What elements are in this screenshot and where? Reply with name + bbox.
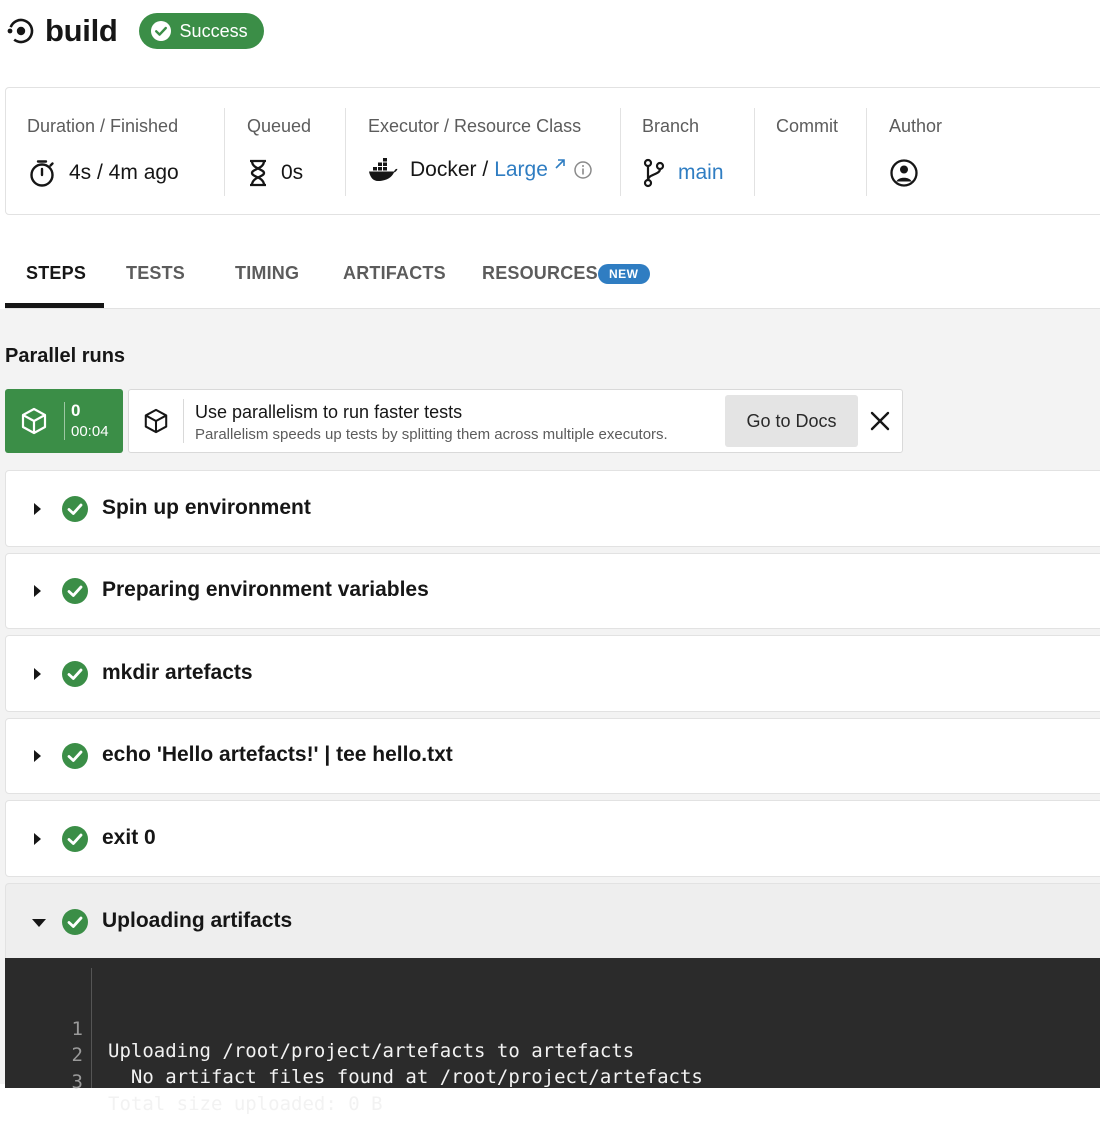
divider	[620, 108, 621, 196]
collapse-caret-icon[interactable]	[32, 918, 46, 927]
check-circle-icon	[62, 908, 88, 935]
user-avatar-icon[interactable]	[889, 158, 919, 188]
tab-artifacts[interactable]: ARTIFACTS	[343, 263, 446, 284]
circleci-logo-icon	[5, 15, 37, 47]
step-output-console[interactable]: 1 Uploading /root/project/artefacts to a…	[5, 958, 1100, 1115]
go-to-docs-button[interactable]: Go to Docs	[725, 395, 858, 447]
close-icon[interactable]	[869, 410, 891, 432]
step-item[interactable]: Spin up environment	[5, 470, 1100, 547]
expand-caret-icon[interactable]	[34, 832, 41, 845]
executor-value: Docker / Large	[368, 158, 593, 182]
queued-text: 0s	[281, 161, 304, 184]
step-label: echo 'Hello artefacts!' | tee hello.txt	[102, 743, 453, 766]
line-text: Uploading /root/project/artefacts to art…	[108, 1040, 635, 1062]
external-link-icon[interactable]	[553, 157, 567, 171]
steps-panel: Parallel runs 0 00:04 Use parallelism to…	[0, 309, 1100, 1115]
promo-subtitle: Parallelism speeds up tests by splitting…	[195, 426, 668, 443]
run-duration: 00:04	[71, 423, 109, 440]
status-badge: Success	[138, 13, 264, 49]
tab-timing[interactable]: TIMING	[235, 263, 299, 284]
console-line: 1 Uploading /root/project/artefacts to a…	[5, 996, 635, 1062]
step-label: Preparing environment variables	[102, 578, 429, 601]
cube-icon	[144, 408, 168, 434]
tab-resources[interactable]: RESOURCES	[482, 263, 598, 284]
parallel-runs-title: Parallel runs	[5, 345, 126, 367]
step-item[interactable]: Preparing environment variables	[5, 553, 1100, 629]
duration-label: Duration / Finished	[27, 116, 179, 136]
promo-title: Use parallelism to run faster tests	[195, 402, 463, 422]
page-title: build	[45, 13, 118, 48]
resource-class-link[interactable]: Large	[494, 158, 548, 182]
branch-link[interactable]: main	[678, 161, 724, 185]
line-text: Total size uploaded: 0 B	[108, 1093, 383, 1115]
expand-caret-icon[interactable]	[34, 667, 41, 680]
step-item[interactable]: mkdir artefacts	[5, 635, 1100, 712]
step-label: Spin up environment	[102, 495, 311, 519]
duration-value: 4s / 4m ago	[27, 158, 179, 188]
executor-text: Docker /	[410, 158, 489, 181]
cube-icon	[21, 407, 47, 435]
expand-caret-icon[interactable]	[34, 502, 41, 515]
line-number: 3	[71, 1071, 83, 1093]
docker-icon	[368, 158, 398, 182]
check-circle-icon	[62, 743, 88, 769]
divider	[183, 399, 184, 443]
page-header: build Success	[5, 10, 264, 52]
parallelism-promo: Use parallelism to run faster tests Para…	[128, 389, 903, 453]
stopwatch-icon	[27, 158, 57, 188]
divider	[866, 108, 867, 196]
console-line: 3 Total size uploaded: 0 B	[5, 1049, 383, 1115]
author-value	[889, 158, 931, 188]
console-line: 2 No artifact files found at /root/proje…	[5, 1022, 703, 1088]
divider	[224, 108, 225, 196]
job-tabs: STEPS TESTS TIMING ARTIFACTS RESOURCES N…	[5, 245, 1100, 308]
step-item[interactable]: echo 'Hello artefacts!' | tee hello.txt	[5, 718, 1100, 794]
hourglass-icon	[247, 158, 269, 188]
step-label: Uploading artifacts	[102, 908, 293, 932]
check-circle-icon	[62, 825, 88, 852]
expand-caret-icon[interactable]	[34, 750, 41, 762]
queued-label: Queued	[247, 116, 312, 136]
check-circle-icon	[62, 660, 88, 687]
info-icon[interactable]	[573, 160, 593, 180]
status-text: Success	[179, 20, 248, 41]
queued-value: 0s	[247, 158, 303, 188]
step-item[interactable]: exit 0	[5, 800, 1100, 877]
divider	[345, 108, 346, 196]
check-circle-icon	[62, 495, 88, 522]
tab-steps[interactable]: STEPS	[26, 263, 86, 284]
step-label: exit 0	[102, 825, 156, 849]
executor-label: Executor / Resource Class	[368, 116, 582, 136]
divider	[754, 108, 755, 196]
author-label: Author	[889, 116, 943, 136]
duration-text: 4s / 4m ago	[69, 161, 179, 184]
divider	[64, 402, 65, 440]
gutter-divider	[91, 968, 92, 1088]
run-index: 0	[71, 401, 81, 420]
check-circle-icon	[62, 578, 88, 604]
expand-caret-icon[interactable]	[34, 585, 41, 597]
tab-tests[interactable]: TESTS	[126, 263, 185, 284]
step-item-expanded[interactable]: Uploading artifacts	[5, 883, 1100, 959]
job-info-card: Duration / Finished 4s / 4m ago Queued 0	[5, 87, 1100, 215]
step-label: mkdir artefacts	[102, 660, 253, 684]
branch-label: Branch	[642, 116, 700, 136]
git-branch-icon	[642, 158, 666, 188]
commit-label: Commit	[776, 116, 838, 136]
branch-value: main	[642, 158, 724, 188]
parallel-run-0[interactable]: 0 00:04	[5, 389, 123, 453]
line-text: No artifact files found at /root/project…	[108, 1066, 703, 1088]
new-badge: NEW	[598, 264, 650, 284]
check-circle-icon	[150, 21, 171, 41]
